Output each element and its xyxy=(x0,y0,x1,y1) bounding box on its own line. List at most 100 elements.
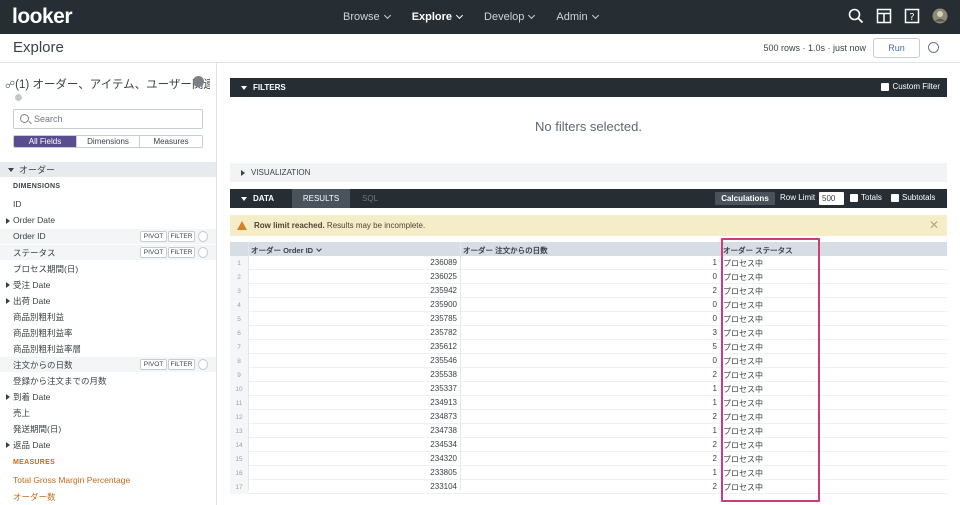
tab-measures[interactable]: Measures xyxy=(140,136,202,147)
field-item[interactable]: 商品別粗利益率層 xyxy=(0,341,216,356)
nav-admin[interactable]: Admin xyxy=(556,11,599,23)
field-item[interactable]: 商品別粗利益率 xyxy=(0,325,216,340)
cell-order-id[interactable]: 236089 xyxy=(249,258,460,267)
dimension-group[interactable]: Order Date xyxy=(0,213,216,228)
pivot-button[interactable]: PIVOT xyxy=(140,231,167,242)
field-item[interactable]: 登録から注文までの月数 xyxy=(0,373,216,388)
cell-days[interactable]: 0 xyxy=(461,314,720,323)
explore-menu-icon[interactable] xyxy=(193,76,204,87)
filters-bar[interactable]: FILTERS Custom Filter xyxy=(230,78,947,97)
col-header-days[interactable]: オーダー 注文からの日数 xyxy=(463,245,548,256)
user-avatar[interactable] xyxy=(932,8,948,24)
field-item[interactable]: 発送期間(日) xyxy=(0,421,216,436)
cell-days[interactable]: 3 xyxy=(461,328,720,337)
cell-order-id[interactable]: 234320 xyxy=(249,454,460,463)
subtotals-checkbox[interactable]: Subtotals xyxy=(891,193,935,202)
nav-explore[interactable]: Explore xyxy=(412,11,464,23)
run-button[interactable]: Run xyxy=(873,38,920,58)
cell-days[interactable]: 2 xyxy=(461,454,720,463)
caret-down-icon[interactable] xyxy=(241,196,247,201)
cell-order-id[interactable]: 233805 xyxy=(249,468,460,477)
totals-checkbox[interactable]: Totals xyxy=(850,193,882,202)
data-title[interactable]: DATA xyxy=(253,194,274,203)
tab-sql[interactable]: SQL xyxy=(350,189,390,208)
calculations-button[interactable]: Calculations xyxy=(715,192,775,205)
no-filters-message: No filters selected. xyxy=(535,119,642,134)
cell-order-id[interactable]: 234738 xyxy=(249,426,460,435)
view-header-orders[interactable]: オーダー xyxy=(0,162,216,177)
visualization-bar[interactable]: VISUALIZATION xyxy=(230,163,947,182)
cell-order-id[interactable]: 234873 xyxy=(249,412,460,421)
info-icon[interactable] xyxy=(15,94,22,101)
field-item[interactable]: 売上 xyxy=(0,405,216,420)
tab-results[interactable]: RESULTS xyxy=(292,189,350,208)
tab-dimensions[interactable]: Dimensions xyxy=(77,136,140,147)
cell-order-id[interactable]: 235942 xyxy=(249,286,460,295)
close-icon[interactable]: ✕ xyxy=(929,218,939,232)
nav-browse[interactable]: Browse xyxy=(343,11,391,23)
dimension-group[interactable]: 出荷 Date xyxy=(0,293,216,308)
cell-order-id[interactable]: 235337 xyxy=(249,384,460,393)
explore-title[interactable]: ☍(1) オーダー、アイテム、ユーザー関連 xyxy=(5,76,210,92)
cell-days[interactable]: 5 xyxy=(461,342,720,351)
cell-order-id[interactable]: 236025 xyxy=(249,272,460,281)
cell-days[interactable]: 1 xyxy=(461,258,720,267)
cell-days[interactable]: 0 xyxy=(461,272,720,281)
gear-icon[interactable] xyxy=(928,42,939,53)
field-item[interactable]: Order ID PIVOT FILTER xyxy=(0,229,216,244)
filter-button[interactable]: FILTER xyxy=(168,231,195,242)
cell-days[interactable]: 2 xyxy=(461,412,720,421)
field-item[interactable]: ステータス PIVOT FILTER xyxy=(0,245,216,260)
cell-order-id[interactable]: 235612 xyxy=(249,342,460,351)
field-label: 出荷 Date xyxy=(13,296,51,306)
row-limit-input[interactable]: 500 xyxy=(819,192,844,205)
info-icon[interactable] xyxy=(198,247,208,258)
field-item[interactable]: プロセス期間(日) xyxy=(0,261,216,276)
row-number: 6 xyxy=(230,326,248,340)
field-item[interactable]: 商品別粗利益 xyxy=(0,309,216,324)
cell-days[interactable]: 1 xyxy=(461,426,720,435)
filter-button[interactable]: FILTER xyxy=(168,247,195,258)
search-icon[interactable] xyxy=(848,8,864,24)
field-search-input[interactable]: Search xyxy=(13,109,203,129)
looker-logo[interactable]: looker xyxy=(12,5,73,29)
dimension-group[interactable]: 受注 Date xyxy=(0,277,216,292)
nav-develop[interactable]: Develop xyxy=(484,11,536,23)
row-number: 11 xyxy=(230,396,248,410)
info-icon[interactable] xyxy=(198,359,208,370)
field-item[interactable]: ID xyxy=(0,197,216,212)
cell-order-id[interactable]: 235900 xyxy=(249,300,460,309)
cell-days[interactable]: 2 xyxy=(461,286,720,295)
cell-order-id[interactable]: 235546 xyxy=(249,356,460,365)
col-header-order-id[interactable]: オーダー Order ID xyxy=(251,245,323,256)
cell-days[interactable]: 0 xyxy=(461,300,720,309)
filter-button[interactable]: FILTER xyxy=(168,359,195,370)
field-label: 商品別粗利益率 xyxy=(13,328,73,338)
measure-item[interactable]: オーダー数 xyxy=(0,489,216,504)
pivot-button[interactable]: PIVOT xyxy=(140,247,167,258)
help-icon[interactable]: ? xyxy=(904,8,920,24)
cell-order-id[interactable]: 233104 xyxy=(249,482,460,491)
info-icon[interactable] xyxy=(198,231,208,242)
cell-days[interactable]: 1 xyxy=(461,468,720,477)
tab-all-fields[interactable]: All Fields xyxy=(14,136,77,147)
cell-days[interactable]: 1 xyxy=(461,384,720,393)
cell-order-id[interactable]: 234913 xyxy=(249,398,460,407)
cell-order-id[interactable]: 235538 xyxy=(249,370,460,379)
cell-days[interactable]: 2 xyxy=(461,482,720,491)
custom-filter-checkbox[interactable]: Custom Filter xyxy=(881,82,940,91)
cell-order-id[interactable]: 235785 xyxy=(249,314,460,323)
nav-icons: ? xyxy=(848,8,948,24)
dimension-group[interactable]: 到着 Date xyxy=(0,389,216,404)
cell-days[interactable]: 2 xyxy=(461,370,720,379)
pivot-button[interactable]: PIVOT xyxy=(140,359,167,370)
measure-item[interactable]: Total Gross Margin Percentage xyxy=(0,473,216,488)
cell-days[interactable]: 1 xyxy=(461,398,720,407)
cell-days[interactable]: 0 xyxy=(461,356,720,365)
cell-order-id[interactable]: 234534 xyxy=(249,440,460,449)
cell-days[interactable]: 2 xyxy=(461,440,720,449)
dimension-group[interactable]: 返品 Date xyxy=(0,437,216,452)
field-item[interactable]: 注文からの日数 PIVOT FILTER xyxy=(0,357,216,372)
layout-icon[interactable] xyxy=(876,8,892,24)
cell-order-id[interactable]: 235782 xyxy=(249,328,460,337)
